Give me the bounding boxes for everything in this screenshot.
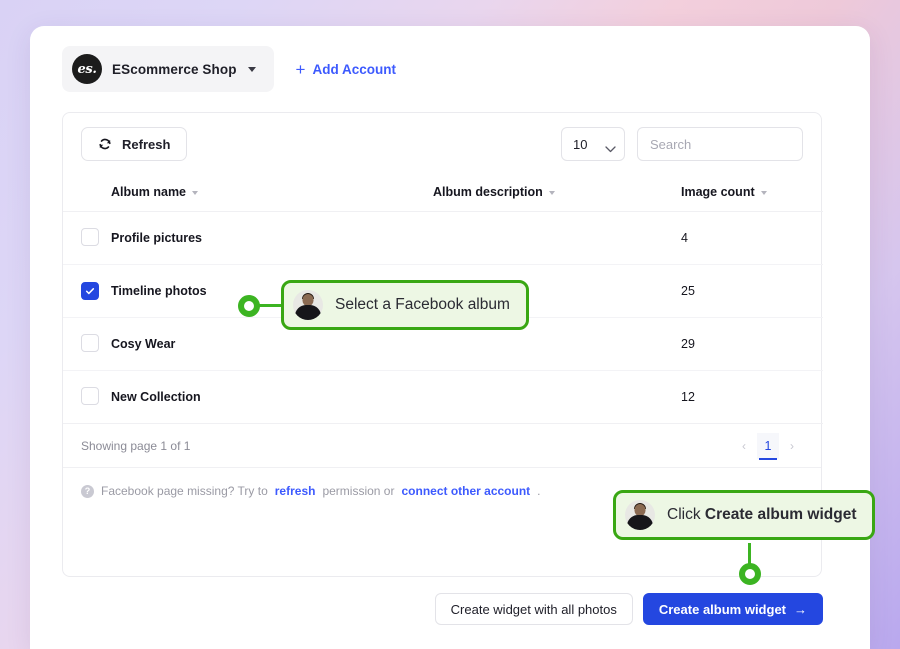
sort-caret-icon — [760, 191, 767, 195]
album-name-cell: Profile pictures — [111, 211, 433, 265]
albums-table-head: Album name Album description Image count — [63, 175, 823, 212]
arrow-right-icon: → — [794, 601, 807, 617]
header-image-count[interactable]: Image count — [681, 175, 823, 212]
plus-icon: + — [295, 59, 306, 79]
album-description-cell — [433, 370, 681, 424]
search-input[interactable] — [637, 127, 803, 161]
row-checkbox[interactable] — [81, 282, 99, 300]
create-album-widget-label: Create album widget — [658, 601, 786, 617]
pagination: ‹ 1 › — [733, 432, 803, 460]
row-checkbox[interactable] — [81, 333, 99, 352]
brand-logo-icon: es. — [72, 54, 102, 84]
create-album-widget-button[interactable]: Create album widget → — [642, 593, 823, 625]
table-row[interactable]: New Collection 12 — [63, 370, 823, 424]
header-album-description[interactable]: Album description — [433, 175, 681, 212]
refresh-icon — [98, 137, 112, 151]
account-name-label: EScommerce Shop — [112, 61, 237, 77]
image-count-cell: 25 — [681, 264, 823, 318]
header-image-count-label: Image count — [681, 185, 755, 199]
album-name-cell: New Collection — [111, 370, 433, 424]
row-checkbox-cell — [63, 317, 111, 371]
annotation-callout-click-create: Click Create album widget — [613, 490, 876, 540]
header-select-all — [63, 175, 111, 212]
album-name-label: Cosy Wear — [111, 337, 176, 351]
panel-toolbar: Refresh 102550100 — [63, 113, 821, 175]
sort-caret-icon — [192, 191, 199, 195]
sort-caret-icon — [548, 191, 555, 195]
image-count-cell: 12 — [681, 370, 823, 424]
account-selector[interactable]: es. EScommerce Shop — [62, 46, 274, 92]
permission-note-period: . — [537, 484, 541, 498]
permission-note-text-middle: permission or — [322, 484, 395, 498]
album-name-label: New Collection — [111, 390, 201, 404]
refresh-permission-link[interactable]: refresh — [275, 484, 316, 498]
permission-note-text-before: Facebook page missing? Try to — [101, 484, 268, 498]
header-album-name[interactable]: Album name — [111, 175, 433, 212]
showing-page-label: Showing page 1 of 1 — [81, 438, 191, 453]
connect-other-account-link[interactable]: connect other account — [401, 484, 530, 498]
annotation-callout-click-create-text: Click Create album widget — [667, 506, 856, 524]
album-name-label: Timeline photos — [111, 284, 207, 298]
album-name-label: Profile pictures — [111, 231, 202, 245]
annotation-callout-select-album: Select a Facebook album — [281, 280, 529, 330]
pagination-page-1[interactable]: 1 — [757, 432, 779, 460]
table-header-row: Album name Album description Image count — [63, 175, 823, 212]
chevron-down-icon — [247, 66, 256, 72]
table-row[interactable]: Profile pictures 4 — [63, 211, 823, 265]
image-count-cell: 4 — [681, 211, 823, 265]
avatar — [625, 500, 655, 530]
pagination-prev-button[interactable]: ‹ — [733, 433, 755, 459]
toolbar-right-group: 102550100 — [561, 127, 803, 161]
row-checkbox-cell — [63, 211, 111, 265]
app-card: es. EScommerce Shop + Add Account Refres… — [30, 26, 870, 649]
create-widget-with-all-photos-button[interactable]: Create widget with all photos — [434, 593, 633, 625]
annotation-click-bold: Create album widget — [704, 506, 857, 523]
pagination-next-button[interactable]: › — [781, 433, 803, 459]
row-checkbox-cell — [63, 370, 111, 424]
header-album-description-label: Album description — [433, 185, 543, 199]
refresh-button[interactable]: Refresh — [81, 127, 188, 161]
account-bar: es. EScommerce Shop + Add Account — [62, 46, 396, 92]
refresh-label: Refresh — [122, 136, 171, 152]
avatar — [293, 290, 323, 320]
help-question-icon: ? — [81, 484, 94, 498]
page-size-wrapper: 102550100 — [561, 127, 625, 161]
row-checkbox[interactable] — [81, 386, 99, 405]
add-account-button[interactable]: + Add Account — [296, 61, 396, 78]
annotation-ring-select-album — [238, 295, 260, 317]
panel-footer: Showing page 1 of 1 ‹ 1 › — [63, 424, 821, 468]
header-album-name-label: Album name — [111, 185, 187, 199]
annotation-callout-select-album-text: Select a Facebook album — [335, 296, 510, 313]
page-size-select[interactable]: 102550100 — [561, 127, 625, 161]
row-checkbox[interactable] — [81, 227, 99, 246]
image-count-cell: 29 — [681, 317, 823, 371]
annotation-click-plain: Click — [667, 506, 705, 523]
row-checkbox-cell — [63, 264, 111, 318]
album-description-cell — [433, 211, 681, 265]
bottom-actions: Create widget with all photos Create alb… — [434, 593, 823, 625]
annotation-ring-click-create — [739, 563, 761, 585]
add-account-label: Add Account — [312, 61, 396, 77]
